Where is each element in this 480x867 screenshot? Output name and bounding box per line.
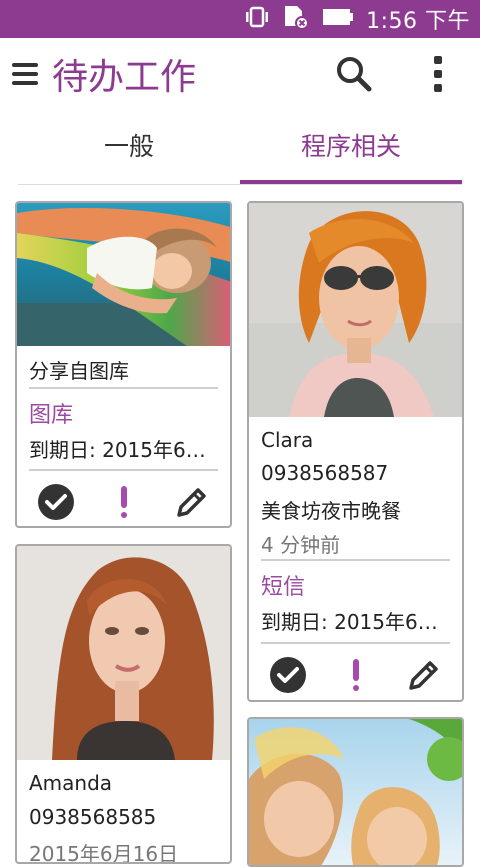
- contact-name: Clara: [261, 428, 314, 452]
- contact-phone: 0938568587: [261, 461, 389, 485]
- sd-card-icon: [282, 4, 310, 34]
- status-bar: 1:56 下午: [0, 0, 480, 38]
- contact-photo-clara: [249, 203, 462, 417]
- complete-button[interactable]: [268, 655, 308, 695]
- edit-button[interactable]: [404, 655, 444, 695]
- card-divider: [261, 642, 450, 644]
- task-card-clara[interactable]: Clara 0938568587 美食坊夜市晚餐 4 分钟前 短信 到期日: 2…: [247, 201, 464, 702]
- exclamation-icon: [121, 486, 127, 518]
- task-card-gallery[interactable]: 分享自图库 图库 到期日: 2015年6月2…: [15, 201, 232, 528]
- card-divider: [29, 387, 218, 389]
- app-title: 待办工作: [52, 57, 197, 98]
- search-button[interactable]: [334, 54, 374, 94]
- check-circle-icon: [38, 484, 74, 520]
- priority-button[interactable]: [336, 655, 376, 695]
- vibrate-icon: [244, 6, 270, 32]
- edit-button[interactable]: [172, 482, 212, 522]
- status-time: 1:56 下午: [366, 9, 470, 34]
- task-category: 图库: [29, 403, 74, 428]
- task-card-photo[interactable]: [247, 717, 464, 867]
- pencil-icon: [409, 661, 438, 690]
- pencil-icon: [177, 488, 206, 517]
- check-circle-icon: [270, 657, 306, 693]
- card-divider: [261, 559, 450, 561]
- search-icon: [337, 57, 372, 92]
- contact-name: Amanda: [29, 771, 113, 795]
- tab-divider: [18, 184, 462, 185]
- battery-icon: [322, 7, 354, 31]
- task-due-date: 到期日: 2015年6月2…: [261, 610, 456, 634]
- task-card-amanda[interactable]: Amanda 0938568585 2015年6月16日: [15, 544, 232, 864]
- task-photo-hammock: [17, 203, 230, 346]
- tab-indicator: [240, 180, 462, 184]
- priority-button[interactable]: [104, 482, 144, 522]
- tab-app-related[interactable]: 程序相关: [240, 110, 462, 180]
- more-vert-icon: [434, 56, 442, 92]
- contact-photo-amanda: [17, 546, 230, 760]
- tab-general[interactable]: 一般: [18, 110, 240, 180]
- task-category: 短信: [261, 575, 306, 600]
- tab-bar: 一般 程序相关: [18, 110, 462, 186]
- message-time: 4 分钟前: [261, 533, 341, 557]
- message-text: 美食坊夜市晚餐: [261, 499, 401, 523]
- app-bar: 待办工作: [0, 38, 480, 110]
- hamburger-icon: [12, 63, 38, 85]
- task-photo-kids: [249, 719, 462, 865]
- task-due-date: 到期日: 2015年6月2…: [29, 438, 224, 462]
- menu-button[interactable]: [8, 56, 44, 92]
- exclamation-icon: [353, 659, 359, 691]
- task-source: 分享自图库: [29, 359, 129, 383]
- complete-button[interactable]: [36, 482, 76, 522]
- task-date: 2015年6月16日: [29, 842, 179, 864]
- more-options-button[interactable]: [424, 52, 452, 96]
- card-divider: [29, 469, 218, 471]
- contact-phone: 0938568585: [29, 805, 157, 829]
